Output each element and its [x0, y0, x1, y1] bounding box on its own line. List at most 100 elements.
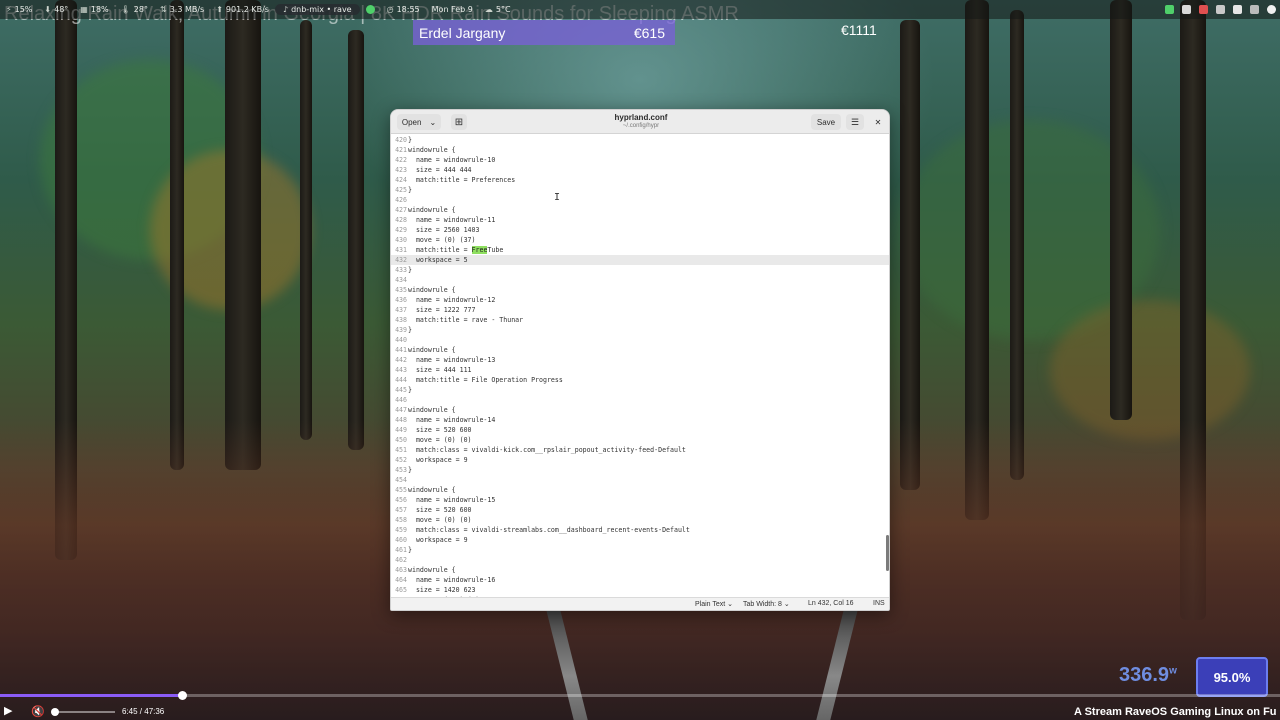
code-line[interactable]: 435 windowrule {: [391, 285, 889, 295]
code-line[interactable]: 444 match:title = File Operation Progres…: [391, 375, 889, 385]
stream-ticker: A Stream RaveOS Gaming Linux on Fu: [1074, 706, 1277, 718]
media-player-widget[interactable]: ♪ dnb-mix • rave: [274, 4, 360, 15]
code-text: match:title = Preferences: [408, 175, 515, 185]
cursor-position[interactable]: Ln 432, Col 16: [808, 600, 854, 607]
status-stat[interactable]: ⇅ 3.3 MB/s: [154, 5, 210, 14]
scrollbar-thumb[interactable]: [886, 535, 889, 571]
code-line[interactable]: 465 size = 1420 623: [391, 585, 889, 595]
line-number: 420: [395, 136, 407, 144]
code-line[interactable]: 464 name = windowrule-16: [391, 575, 889, 585]
new-tab-icon: ⊞: [454, 116, 464, 128]
code-line[interactable]: 438 match:title = rave - Thunar: [391, 315, 889, 325]
code-line[interactable]: 452 workspace = 9: [391, 455, 889, 465]
code-line[interactable]: 427 windowrule {: [391, 205, 889, 215]
code-line[interactable]: 434: [391, 275, 889, 285]
code-line[interactable]: 424 match:title = Preferences: [391, 175, 889, 185]
code-line[interactable]: 442 name = windowrule-13: [391, 355, 889, 365]
save-button[interactable]: Save: [811, 114, 841, 130]
hamburger-menu-icon[interactable]: ☰: [846, 114, 864, 130]
code-line[interactable]: 430 move = (0) (37): [391, 235, 889, 245]
code-line[interactable]: 446: [391, 395, 889, 405]
code-line[interactable]: 443 size = 444 111: [391, 365, 889, 375]
tab-width-label: Tab Width: 8: [743, 601, 782, 608]
new-tab-button[interactable]: ⊞: [451, 114, 467, 130]
clock[interactable]: ◷ 18:55: [381, 5, 426, 14]
code-text: match:title = FreeTube: [408, 245, 503, 255]
tab-width-selector[interactable]: Tab Width: 8 ⌄: [743, 600, 790, 608]
code-line[interactable]: 428 name = windowrule-11: [391, 215, 889, 225]
status-stat[interactable]: ⬇ 48°: [38, 5, 74, 14]
tray-app-icon[interactable]: [1216, 5, 1225, 14]
tray-app-icon[interactable]: [1165, 5, 1174, 14]
code-line[interactable]: 423 size = 444 444: [391, 165, 889, 175]
code-line[interactable]: 462: [391, 555, 889, 565]
close-icon[interactable]: ✕: [870, 114, 886, 130]
code-text: name = windowrule-15: [408, 495, 495, 505]
code-line[interactable]: 456 name = windowrule-15: [391, 495, 889, 505]
video-progress-bar[interactable]: [0, 691, 1280, 700]
code-text: move = (0) (0): [408, 435, 472, 445]
code-line[interactable]: 449 size = 520 600: [391, 425, 889, 435]
weather[interactable]: ☁ 5°C: [479, 5, 517, 14]
code-line[interactable]: 447 windowrule {: [391, 405, 889, 415]
workspace-indicator[interactable]: [360, 5, 381, 14]
volume-knob[interactable]: [51, 708, 59, 716]
status-stat[interactable]: ⚡ 15%: [0, 5, 38, 14]
code-line[interactable]: 420}: [391, 135, 889, 145]
code-line[interactable]: 429 size = 2560 1403: [391, 225, 889, 235]
code-segment: match:title = rave - Thunar: [408, 316, 524, 324]
tray-app-icon[interactable]: [1250, 5, 1259, 14]
code-line[interactable]: 460 workspace = 9: [391, 535, 889, 545]
code-line[interactable]: 421 windowrule {: [391, 145, 889, 155]
status-stat[interactable]: ⬆ 901.2 KB/s: [210, 5, 275, 14]
code-segment: windowrule {: [408, 406, 456, 414]
status-stat[interactable]: ▦ 18%: [74, 5, 114, 14]
volume-slider[interactable]: [55, 711, 115, 713]
language-selector[interactable]: Plain Text ⌄: [695, 600, 733, 608]
progress-knob[interactable]: [177, 691, 187, 700]
code-line[interactable]: 450 move = (0) (0): [391, 435, 889, 445]
status-stat[interactable]: 🌡 28°: [115, 5, 154, 14]
line-number: 446: [395, 396, 407, 404]
date[interactable]: Mon Feb 9: [426, 5, 479, 14]
tray-app-icon[interactable]: [1199, 5, 1208, 14]
code-text: }: [408, 325, 412, 335]
code-line[interactable]: 453}: [391, 465, 889, 475]
current-code-line[interactable]: 432 workspace = 5: [391, 255, 889, 265]
code-line[interactable]: 455 windowrule {: [391, 485, 889, 495]
code-text: name = windowrule-10: [408, 155, 495, 165]
open-button[interactable]: Open ⌄: [397, 114, 441, 130]
code-line[interactable]: 457 size = 520 600: [391, 505, 889, 515]
code-line[interactable]: 422 name = windowrule-10: [391, 155, 889, 165]
mute-icon[interactable]: 🔇: [31, 705, 45, 718]
status-stat-value: 28°: [133, 5, 148, 14]
tray-app-icon[interactable]: [1182, 5, 1191, 14]
code-line[interactable]: 461}: [391, 545, 889, 555]
code-line[interactable]: 433}: [391, 265, 889, 275]
tray-app-icon[interactable]: [1233, 5, 1242, 14]
code-segment: windowrule {: [408, 286, 456, 294]
code-view[interactable]: 420} 421 windowrule {422 name = windowrule…: [391, 135, 889, 599]
code-line[interactable]: 426: [391, 195, 889, 205]
power-icon[interactable]: [1267, 5, 1276, 14]
code-line[interactable]: 439}: [391, 325, 889, 335]
code-line[interactable]: 425}: [391, 185, 889, 195]
code-line[interactable]: 445}: [391, 385, 889, 395]
code-line[interactable]: 448 name = windowrule-14: [391, 415, 889, 425]
code-line[interactable]: 454: [391, 475, 889, 485]
active-workspace-icon: [365, 5, 375, 14]
code-line[interactable]: 437 size = 1222 777: [391, 305, 889, 315]
code-line[interactable]: 431 match:title = FreeTube: [391, 245, 889, 255]
line-number: 460: [395, 536, 407, 544]
code-line[interactable]: 436 name = windowrule-12: [391, 295, 889, 305]
code-line[interactable]: 441 windowrule {: [391, 345, 889, 355]
line-number: 458: [395, 516, 407, 524]
code-line[interactable]: 451 match:class = vivaldi-kick.com__rpsl…: [391, 445, 889, 455]
code-line[interactable]: 440: [391, 335, 889, 345]
code-line[interactable]: 459 match:class = vivaldi-streamlabs.com…: [391, 525, 889, 535]
code-line[interactable]: 463 windowrule {: [391, 565, 889, 575]
line-number: 459: [395, 526, 407, 534]
play-icon[interactable]: ▶: [4, 704, 12, 717]
code-segment: windowrule {: [408, 566, 456, 574]
code-line[interactable]: 458 move = (0) (0): [391, 515, 889, 525]
